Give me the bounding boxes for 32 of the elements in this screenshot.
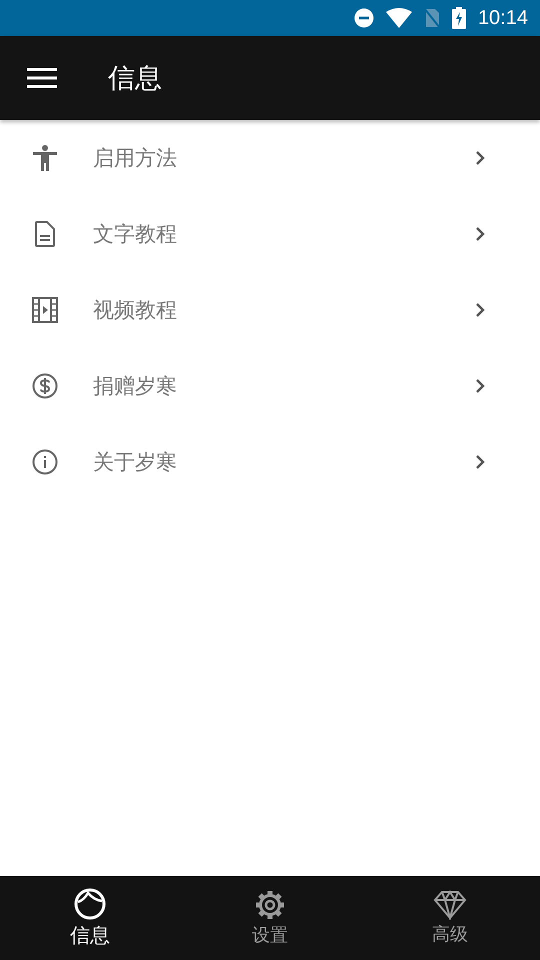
chevron-right-icon xyxy=(475,454,485,470)
menu-label: 关于岁寒 xyxy=(93,449,178,476)
chevron-right-icon xyxy=(475,378,485,394)
nav-tab[interactable]: 设置 xyxy=(180,876,360,960)
nav-tab[interactable]: 高级 xyxy=(360,876,540,960)
menu-label: 文字教程 xyxy=(93,221,178,248)
accessibility-icon xyxy=(33,145,57,171)
settings-icon xyxy=(254,889,286,921)
menu-item[interactable]: 捐赠岁寒 xyxy=(0,348,540,424)
chevron-right-icon xyxy=(475,302,485,318)
menu-item[interactable]: 视频教程 xyxy=(0,272,540,348)
head-icon xyxy=(74,888,106,920)
diamond-icon xyxy=(433,890,467,920)
wifi-icon xyxy=(386,8,412,28)
no-sim-icon xyxy=(424,7,440,29)
menu-item[interactable]: 文字教程 xyxy=(0,196,540,272)
do-not-disturb-icon xyxy=(354,8,374,28)
menu-label: 视频教程 xyxy=(93,297,178,324)
battery-charging-icon xyxy=(452,7,466,29)
film-icon xyxy=(32,297,58,323)
menu-item[interactable]: 关于岁寒 xyxy=(0,424,540,500)
document-icon xyxy=(35,221,55,247)
chevron-right-icon xyxy=(475,226,485,242)
menu-label: 捐赠岁寒 xyxy=(93,373,178,400)
screen-title: 信息 xyxy=(108,62,162,96)
info-icon xyxy=(32,449,58,475)
clock-time: 10:14 xyxy=(478,6,528,30)
menu-item[interactable]: 启用方法 xyxy=(0,120,540,196)
dollar-icon xyxy=(32,373,58,399)
nav-tab[interactable]: 信息 xyxy=(0,876,180,960)
menu-label: 启用方法 xyxy=(93,145,178,172)
chevron-right-icon xyxy=(475,150,485,166)
